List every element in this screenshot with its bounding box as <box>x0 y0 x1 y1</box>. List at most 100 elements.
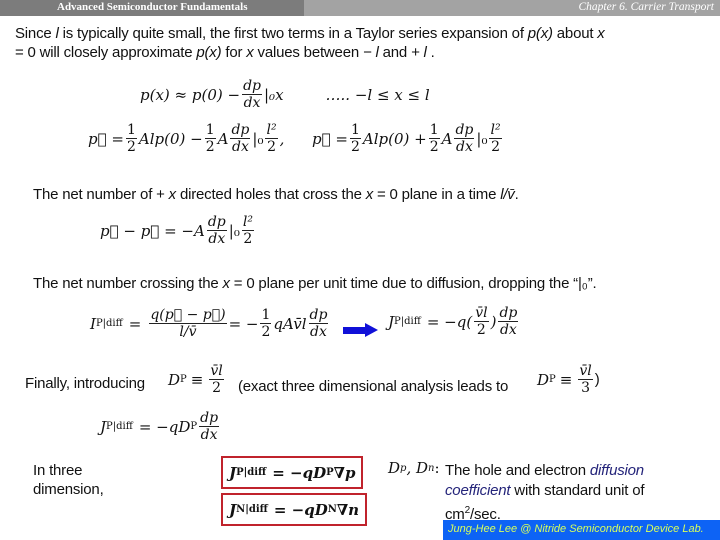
eq-text: = <box>128 314 142 333</box>
eq-text: = −qD <box>273 500 328 519</box>
eq-text: ∇p <box>333 463 356 482</box>
eq-text: Alp(0) − <box>138 129 203 148</box>
text: Since <box>15 25 56 42</box>
eq-text: ≡ <box>190 370 204 389</box>
fraction: dp dx <box>308 307 329 340</box>
text: = 0 plane in a time <box>373 186 501 203</box>
three-dimension-label: In three dimension, <box>33 462 104 498</box>
numerator: 1 <box>428 122 440 139</box>
numerator: dp <box>308 307 329 324</box>
denominator: 2 <box>243 231 253 247</box>
denominator: 2 <box>476 322 486 338</box>
numerator: dp <box>206 214 227 231</box>
range-text: ….. −l ≤ x ≤ l <box>325 85 430 104</box>
denominator: 2 <box>212 380 221 396</box>
fraction: v̄l 2 <box>474 305 489 338</box>
fraction: 12 <box>428 122 440 155</box>
text: and <box>378 44 411 61</box>
eq-text: ) <box>594 371 600 388</box>
denominator: 3 <box>581 380 590 396</box>
numerator: dp <box>230 122 251 139</box>
numerator: v̄l <box>209 363 224 380</box>
var-px: p(x) <box>196 44 222 61</box>
text: for <box>221 44 247 61</box>
net-number-text: The net number of + x directed holes tha… <box>33 185 519 204</box>
denominator: dx <box>200 427 218 443</box>
text: values between <box>253 44 363 61</box>
text: with standard unit of <box>510 482 645 499</box>
electron-current-box: J N|diff = −qD N ∇n <box>221 493 368 526</box>
numerator: dp <box>199 410 220 427</box>
eq-text: D <box>388 459 401 477</box>
p-right-equation: p⃗ = 12 Alp(0) − 12 A dp dx |₀ l² 2 , <box>88 122 284 155</box>
denominator: l/v̄ <box>179 324 197 340</box>
var-plus-l: + l <box>411 44 427 61</box>
denominator: dx <box>499 322 517 338</box>
eq-text: = −q( <box>426 312 473 331</box>
numerator: 1 <box>349 122 361 139</box>
fraction: l² 2 <box>241 214 254 247</box>
eq-text: p⃖ = <box>312 129 348 148</box>
eq-text: |₀x <box>264 85 284 104</box>
final-current-equation: J P|diff = −qD P dp dx <box>100 410 221 443</box>
eq-text: , <box>279 129 285 148</box>
fraction: dp dx <box>242 78 262 111</box>
exact-coefficient: DP ≡ v̄l 3 ) <box>537 363 600 396</box>
arrow-head <box>365 323 378 337</box>
right-arrow-icon <box>343 323 378 337</box>
numerator: v̄l <box>474 305 489 322</box>
var-x: x <box>365 186 374 203</box>
eq-text: : <box>434 459 440 477</box>
eq-text: |₀ <box>228 221 240 240</box>
var-px: p(x) <box>527 25 553 42</box>
diffusion-text: The net number crossing the x = 0 plane … <box>33 274 597 293</box>
numerator: dp <box>454 122 475 139</box>
eq-text: |₀ <box>252 129 264 148</box>
fraction: v̄l 2 <box>209 363 224 396</box>
var-x: x <box>222 275 231 292</box>
eq-text: A <box>441 129 453 148</box>
diffusion-definition: The hole and electron diffusion coeffici… <box>445 461 705 525</box>
var-x: x <box>597 25 605 42</box>
denominator: dx <box>232 139 249 155</box>
numerator: 1 <box>204 122 216 139</box>
eq-text: ∇n <box>336 500 360 519</box>
current-density-equation: J P|diff = −q( v̄l 2 ) dp dx <box>388 305 520 338</box>
fraction: dp dx <box>454 122 475 155</box>
numerator: q(p⃗ − p⃖) <box>149 307 227 324</box>
text: The net number crossing the <box>33 275 223 292</box>
eq-text: = −qD <box>272 463 327 482</box>
eq-text: A <box>217 129 229 148</box>
subscript: P|diff <box>106 421 133 432</box>
fraction: 12 <box>204 122 216 155</box>
eq-text: = −qD <box>138 417 191 436</box>
fraction: q(p⃗ − p⃖) l/v̄ <box>149 307 227 340</box>
var-time: l/v̄ <box>500 186 515 203</box>
denominator: dx <box>456 139 473 155</box>
footer-credit: Jung-Hee Lee @ Nitride Semiconductor Dev… <box>448 523 704 535</box>
eq-text: D <box>537 370 550 389</box>
eq-text: = − <box>228 314 259 333</box>
eq-text: p⃗ = <box>88 129 124 148</box>
fraction: dp dx <box>206 214 227 247</box>
denominator: 2 <box>126 139 136 155</box>
eq-text: Alp(0) + <box>362 129 427 148</box>
text: = 0 will closely approximate <box>15 44 197 61</box>
denominator: dx <box>243 95 261 111</box>
chapter-title: Chapter 6. Carrier Transport <box>578 1 714 13</box>
denominator: 2 <box>350 139 360 155</box>
eq-text: p⃗ − p⃖ = −A <box>100 221 205 240</box>
text: is typically quite small, the first two … <box>58 25 528 42</box>
subscript: P <box>549 374 556 385</box>
denominator: dx <box>310 324 327 340</box>
fraction: 12 <box>349 122 361 155</box>
numerator: l² <box>489 122 502 139</box>
subscript: P|diff <box>394 316 421 327</box>
eq-text: ) <box>490 312 497 331</box>
numerator: 1 <box>260 307 272 324</box>
fraction: 12 <box>125 122 137 155</box>
difference-equation: p⃗ − p⃖ = −A dp dx |₀ l² 2 <box>100 214 256 247</box>
eq-text: ≡ <box>559 370 573 389</box>
hole-current-box: J P|diff = −qD P ∇p <box>221 456 364 489</box>
eq-text: J <box>229 500 237 519</box>
